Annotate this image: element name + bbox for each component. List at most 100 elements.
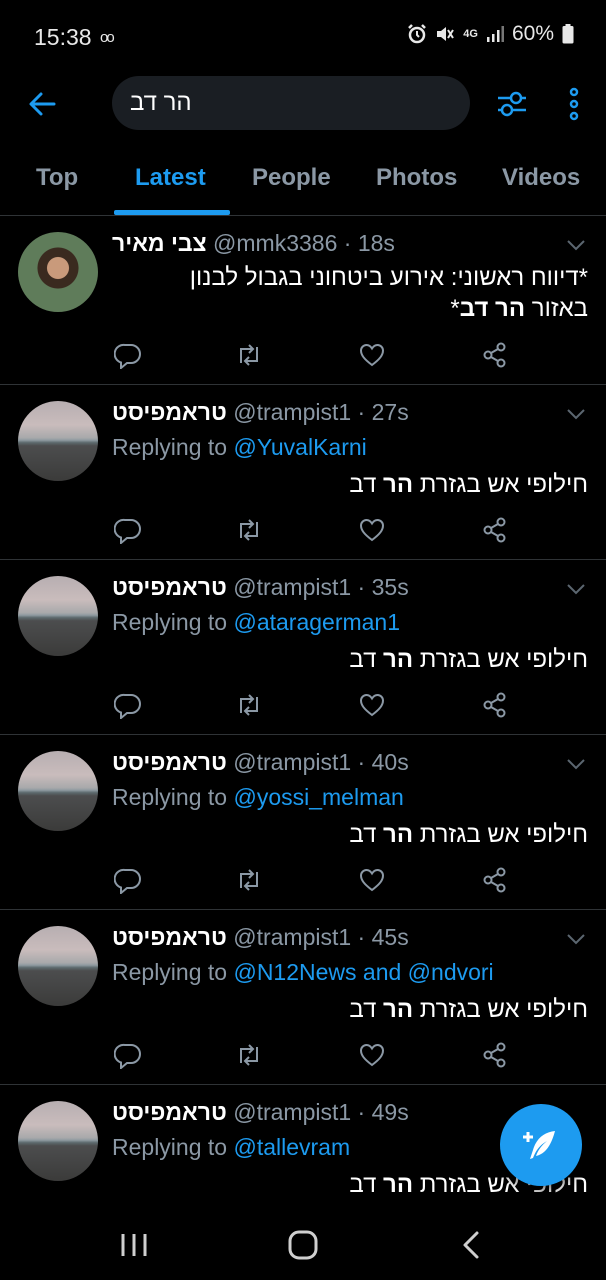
home-icon[interactable] [287, 1230, 319, 1260]
like-icon[interactable] [358, 341, 386, 369]
like-icon[interactable] [358, 866, 386, 894]
retweet-icon[interactable] [235, 1041, 263, 1069]
reply-to-link[interactable]: @ataragerman1 [233, 609, 400, 635]
search-input[interactable]: הר דב [112, 76, 470, 130]
text-highlight: הר [383, 646, 414, 673]
status-icons: 4G 60% [407, 22, 574, 46]
signal-icon [486, 26, 504, 42]
tweet-time: 35s [371, 574, 409, 600]
chevron-down-icon[interactable] [566, 757, 586, 771]
voicemail-icon: oo [100, 29, 115, 46]
tab-latest[interactable]: Latest [135, 164, 206, 192]
chevron-down-icon[interactable] [566, 407, 586, 421]
display-name[interactable]: צבי מאיר [112, 230, 207, 256]
tweet-time: 27s [371, 399, 409, 425]
replying-to: Replying to @tallevram [112, 1134, 350, 1161]
separator: · [351, 1099, 372, 1125]
back-nav-icon[interactable] [456, 1230, 488, 1260]
reply-to-link[interactable]: @tallevram [233, 1134, 350, 1160]
retweet-icon[interactable] [235, 866, 263, 894]
text-part: * [450, 295, 460, 322]
reply-to-link[interactable]: @YuvalKarni [233, 434, 366, 460]
tab-people[interactable]: People [252, 164, 331, 192]
reply-to-link[interactable]: @yossi_melman [233, 784, 403, 810]
tab-photos[interactable]: Photos [376, 164, 457, 192]
compose-tweet-button[interactable] [500, 1104, 582, 1186]
tweet[interactable]: טראמפיסט @trampist1 · 40s Replying to @y… [0, 735, 606, 910]
tweet-actions [112, 866, 532, 894]
tweet-feed[interactable]: צבי מאיר @mmk3386 · 18s *דיווח ראשוני: א… [0, 216, 606, 1215]
share-icon[interactable] [481, 516, 509, 544]
tweet-header: טראמפיסט @trampist1 · 35s [112, 574, 409, 601]
text-part: באזור [525, 295, 588, 322]
avatar[interactable] [18, 1101, 98, 1181]
tweet-time: 45s [371, 924, 409, 950]
chevron-down-icon[interactable] [566, 932, 586, 946]
reply-icon[interactable] [114, 1041, 142, 1069]
display-name[interactable]: טראמפיסט [112, 924, 227, 950]
filter-icon[interactable] [494, 86, 530, 122]
battery-icon [562, 24, 574, 44]
display-name[interactable]: טראמפיסט [112, 399, 227, 425]
share-icon[interactable] [481, 866, 509, 894]
avatar[interactable] [18, 232, 98, 312]
retweet-icon[interactable] [235, 691, 263, 719]
display-name[interactable]: טראמפיסט [112, 749, 227, 775]
display-name[interactable]: טראמפיסט [112, 1099, 227, 1125]
chevron-down-icon[interactable] [566, 238, 586, 252]
reply-prefix: Replying to [112, 434, 234, 460]
tweet[interactable]: טראמפיסט @trampist1 · 35s Replying to @a… [0, 560, 606, 735]
reply-prefix: Replying to [112, 1134, 234, 1160]
avatar[interactable] [18, 401, 98, 481]
user-handle: @trampist1 [233, 749, 352, 775]
tab-videos[interactable]: Videos [502, 164, 580, 192]
active-tab-indicator [114, 210, 230, 215]
recent-apps-icon[interactable] [118, 1230, 150, 1260]
chevron-down-icon[interactable] [566, 582, 586, 596]
share-icon[interactable] [481, 1041, 509, 1069]
retweet-icon[interactable] [235, 341, 263, 369]
tweet[interactable]: טראמפיסט @trampist1 · 45s Replying to @N… [0, 910, 606, 1085]
tweet-text: חילופי אש בגזרת הר דב [349, 469, 588, 500]
tweet-header: טראמפיסט @trampist1 · 27s [112, 399, 409, 426]
tweet-actions [112, 1041, 532, 1069]
like-icon[interactable] [358, 1041, 386, 1069]
tab-top[interactable]: Top [36, 164, 78, 192]
tweet-text: *דיווח ראשוני: אירוע ביטחוני בגבול לבנון… [190, 262, 588, 324]
tweet-actions [112, 691, 532, 719]
reply-to-link[interactable]: @N12News and @ndvori [233, 959, 493, 985]
reply-icon[interactable] [114, 691, 142, 719]
text-part: דב [349, 646, 384, 673]
reply-icon[interactable] [114, 866, 142, 894]
separator: · [351, 574, 372, 600]
status-time: 15:38 [34, 24, 92, 50]
avatar[interactable] [18, 926, 98, 1006]
avatar[interactable] [18, 576, 98, 656]
tweet-text: חילופי אש בגזרת הר דב [349, 644, 588, 675]
tweet-actions [112, 341, 532, 369]
search-tabs: Top Latest People Photos Videos [0, 142, 606, 216]
reply-prefix: Replying to [112, 784, 234, 810]
tweet-header: טראמפיסט @trampist1 · 40s [112, 749, 409, 776]
reply-icon[interactable] [114, 516, 142, 544]
compose-feather-icon [523, 1131, 555, 1159]
like-icon[interactable] [358, 691, 386, 719]
share-icon[interactable] [481, 341, 509, 369]
tweet-text-line: באזור הר דב* [190, 293, 588, 324]
tweet-header: צבי מאיר @mmk3386 · 18s [112, 230, 395, 257]
user-handle: @trampist1 [233, 1099, 352, 1125]
replying-to: Replying to @N12News and @ndvori [112, 959, 494, 986]
avatar[interactable] [18, 751, 98, 831]
display-name[interactable]: טראמפיסט [112, 574, 227, 600]
back-arrow-icon[interactable] [24, 86, 60, 122]
retweet-icon[interactable] [235, 516, 263, 544]
reply-icon[interactable] [114, 341, 142, 369]
reply-prefix: Replying to [112, 609, 234, 635]
alarm-icon [408, 24, 427, 44]
tweet[interactable]: צבי מאיר @mmk3386 · 18s *דיווח ראשוני: א… [0, 216, 606, 385]
more-options-icon[interactable] [562, 86, 586, 122]
share-icon[interactable] [481, 691, 509, 719]
like-icon[interactable] [358, 516, 386, 544]
text-part: חילופי אש בגזרת [413, 996, 588, 1023]
tweet[interactable]: טראמפיסט @trampist1 · 27s Replying to @Y… [0, 385, 606, 560]
